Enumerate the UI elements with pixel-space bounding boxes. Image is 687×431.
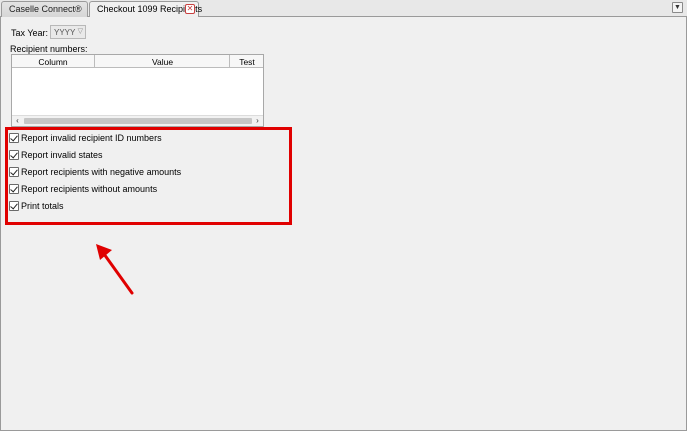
annotation-arrow-icon (96, 244, 134, 295)
tab-checkout-1099-recipients[interactable]: Checkout 1099 Recipients ✕ (89, 1, 202, 18)
scroll-right-icon[interactable]: › (252, 116, 263, 126)
tab-menu-dropdown-icon[interactable]: ▼ (672, 2, 683, 13)
tab-caselle-connect[interactable]: Caselle Connect® (1, 1, 88, 17)
recipient-numbers-grid[interactable]: Column Value Test ‹ › (11, 54, 264, 127)
annotation-highlight-box (5, 127, 292, 225)
column-header-value[interactable]: Value (96, 55, 230, 68)
column-header-test[interactable]: Test (231, 55, 263, 68)
close-icon[interactable]: ✕ (185, 4, 195, 14)
tax-year-label: Tax Year: (11, 28, 49, 38)
tax-year-select[interactable]: YYYY ▽ (50, 25, 86, 39)
tab-bar: Caselle Connect® Checkout 1099 Recipient… (0, 0, 687, 18)
chevron-down-icon: ▽ (77, 28, 83, 35)
tax-year-value: YYYY (54, 28, 76, 37)
tab-label: Caselle Connect® (9, 4, 82, 14)
column-header-column[interactable]: Column (12, 55, 95, 68)
grid-header: Column Value Test (12, 55, 263, 68)
scroll-left-icon[interactable]: ‹ (12, 116, 23, 126)
recipient-numbers-label: Recipient numbers: (10, 44, 88, 54)
horizontal-scrollbar[interactable]: ‹ › (12, 115, 263, 126)
scrollbar-thumb[interactable] (24, 118, 252, 124)
